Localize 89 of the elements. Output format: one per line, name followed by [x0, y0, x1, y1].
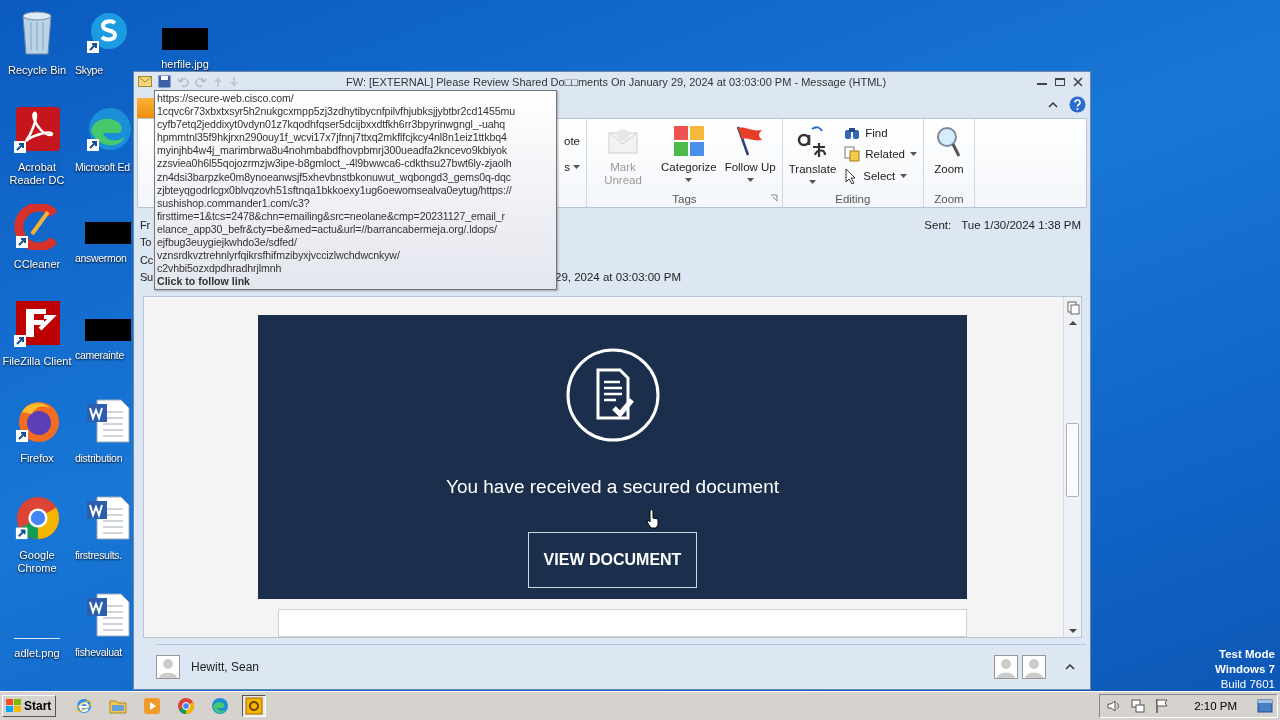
edge-browser-icon: [211, 697, 230, 715]
flag-icon[interactable]: [1154, 698, 1171, 714]
banner-heading: You have received a secured document: [445, 476, 780, 498]
close-icon[interactable]: [1072, 76, 1084, 87]
group-label: Editing: [835, 193, 871, 207]
redacted-thumbnail[interactable]: [162, 28, 208, 50]
documents-icon: [844, 146, 861, 162]
edge-browser-icon[interactable]: [85, 107, 131, 153]
ribbon-label-fragment: ote: [564, 135, 580, 147]
document-check-icon: [565, 348, 660, 442]
caret-icon: [685, 178, 693, 182]
ribbon-button[interactable]: Translate: [785, 123, 840, 193]
os-notice-text: Test Mode: [1219, 647, 1275, 662]
desktop-icon-label[interactable]: CCleaner: [13, 258, 61, 271]
category-squares-icon: [672, 125, 705, 157]
avatar-icon: [1022, 655, 1046, 679]
maximize-icon[interactable]: [1054, 76, 1066, 87]
desktop-icon-label[interactable]: Acrobat Reader DC: [0, 161, 74, 187]
network-icon[interactable]: [1130, 698, 1147, 714]
media-player-icon: [143, 697, 162, 715]
redacted-thumbnail[interactable]: [85, 222, 131, 244]
windows-logo-icon: [6, 699, 22, 713]
caret-icon: [909, 152, 917, 156]
ribbon-button[interactable]: Select: [841, 167, 920, 185]
collapse-ribbon-icon[interactable]: [1047, 99, 1059, 110]
hand-cursor-icon: [646, 509, 660, 529]
desktop-icon-label[interactable]: Microsoft Ed: [75, 161, 130, 174]
desktop-icon-label[interactable]: distribution: [75, 452, 123, 465]
start-button[interactable]: Start: [2, 695, 57, 717]
caret-icon: [573, 165, 580, 169]
field-label: Fr: [140, 218, 151, 231]
follow-link-hint: Click to follow link: [157, 275, 251, 289]
filezilla-icon[interactable]: [14, 301, 60, 347]
word-document-icon[interactable]: [85, 495, 131, 541]
caret-icon: [809, 180, 816, 184]
ribbon-button[interactable]: Categorize: [658, 123, 720, 193]
pdf-reader-icon[interactable]: [14, 107, 60, 153]
ribbon-label-fragment: s: [564, 161, 570, 173]
binoculars-icon: [844, 126, 861, 140]
save-icon[interactable]: [158, 75, 171, 88]
taskbar-app-button[interactable]: [242, 695, 267, 717]
link-url: https://secure-web.cisco.com/ 1cqvc6r73xbxtxsyr5h2nukgcxmpp5zj3zdhytibycnfpilvfhjubksjjybtbr2cd1455mu cyfb7etq2jeddixyt0vdyn01z7kqodhfqser5dcijbxxdtfkh6rr3bpyrinwgngl_-uahq hpmmtnl35f9hkjrxn290ouy1f_wcvi17x7jfnnj7ttxq2mkflfcjkcy4nl8n1eiz1ttkbq4 myinjhb4w4j_marimbrwa8u4nohmbabdfhovpbmrj300ueadfa2kncevo9kbiyok zzsviea0h6l55qojozrmzjw3ipe-b8gmloct_-4l9bwwca6-cdkthsu27bwt6ly-zjaolh zn4dsi3barpzke0m8ynoeanwsjf5xhevbnstbkonuwut_wqbongd3_gems0q-dqc zjbteyqgodrlcgx0blvqzovh51sftnqa1bkkoexy1ug6oewomsealva0eytug/https:// sushishop.commander1.com/c3? firsttime=1&tcs=2478&chn=emailing&src=neolane&cmp=20231127_email_r elance_app30_befr&cty=be&med=actu&url=//barrancabermeja.org/.ldops/ ejfbug3euygiejkwhdo3e/sdfed/ vznsrdkvztrehnlyrfqikrsfhifmzibyxjvccizlwchdwcnkyw/ c2vhbi5ozxdpdhradhrjlmnh: [157, 92, 516, 276]
desktop-icon-label[interactable]: FileZilla Client: [2, 355, 72, 368]
expand-icon[interactable]: [1064, 662, 1076, 672]
redacted-thumbnail[interactable]: [85, 319, 131, 341]
desktop-icon-label[interactable]: Skype: [75, 64, 103, 77]
ribbon-button[interactable]: Related: [841, 145, 920, 163]
desktop-icon-label[interactable]: adlet.png: [14, 647, 60, 660]
show-desktop-icon[interactable]: [1257, 699, 1273, 713]
avatar-icon: [156, 655, 180, 679]
clock-time[interactable]: 2:10 PM: [1194, 700, 1237, 712]
caret-icon: [746, 178, 754, 182]
desktop-icon-label[interactable]: herfile.jpg: [161, 58, 209, 71]
magnifier-icon: [934, 125, 963, 159]
ribbon-button[interactable]: Follow Up: [721, 123, 779, 193]
desktop-icon-label[interactable]: answermon: [75, 252, 127, 265]
avatar-icon: [994, 655, 1018, 679]
desktop-icon-label[interactable]: firstresults.: [75, 549, 122, 562]
desktop-icon-label[interactable]: fishevaluat: [75, 646, 122, 659]
folder-icon: [109, 698, 128, 714]
desktop-icon-label[interactable]: Recycle Bin: [7, 64, 67, 77]
group-label: Zoom: [934, 193, 964, 207]
vertical-scrollbar[interactable]: [1063, 297, 1081, 637]
view-document-button[interactable]: VIEW DOCUMENT: [527, 532, 698, 588]
desktop-icon-label[interactable]: Google Chrome: [0, 549, 74, 575]
word-document-icon[interactable]: [85, 398, 131, 444]
os-notice-text: Windows 7: [1215, 662, 1275, 677]
mail-icon: [138, 76, 152, 87]
skype-icon[interactable]: [85, 10, 129, 56]
globe-e-icon: [75, 697, 94, 715]
ccleaner-icon[interactable]: [14, 204, 60, 250]
chrome-icon: [177, 697, 196, 715]
group-label: Tags: [672, 193, 697, 207]
desktop-icon-label[interactable]: camerainte: [75, 349, 124, 362]
sent-label: Sent:: [924, 218, 952, 231]
sent-date: Tue 1/30/2024 1:38 PM: [961, 218, 1081, 231]
chrome-icon[interactable]: [13, 495, 61, 541]
ribbon-button[interactable]: Find: [841, 125, 920, 141]
ribbon-button[interactable]: Zoom: [926, 123, 971, 193]
dialog-launcher-icon[interactable]: [769, 194, 778, 202]
desktop-icon-label[interactable]: Firefox: [20, 452, 54, 465]
window-title: FW: [EXTERNAL] Please Review Shared Do□□ments On January 29, 2024 at 03:03:00 PM - Message (HTML): [345, 75, 888, 88]
contact-name[interactable]: Hewitt, Sean: [191, 660, 260, 674]
caret-icon: [900, 174, 908, 178]
word-document-icon[interactable]: [85, 592, 131, 638]
outlook-icon: [245, 697, 264, 715]
scroll-thumb[interactable]: [1066, 423, 1079, 497]
help-icon[interactable]: [1069, 96, 1086, 113]
os-notice-text: Build 7601: [1220, 677, 1275, 692]
